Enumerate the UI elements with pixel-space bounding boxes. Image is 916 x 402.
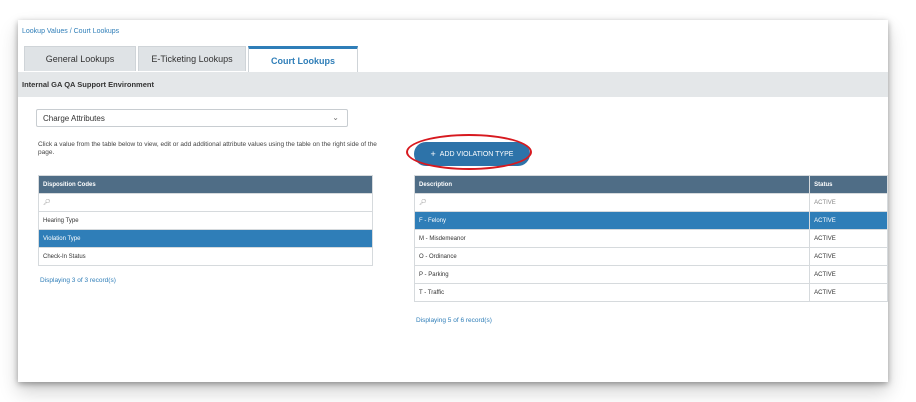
table-row[interactable]: T - Traffic ACTIVE (413, 283, 888, 302)
table-row-violation-type[interactable]: Violation Type (38, 229, 373, 248)
attribute-select[interactable]: Charge Attributes ⌄ (36, 109, 348, 127)
column-header-description[interactable]: Description (413, 175, 811, 194)
row-status[interactable]: ACTIVE (809, 229, 888, 248)
left-table-search-field[interactable]: 🔎︎ (38, 193, 373, 212)
app-window: Lookup Values / Court Lookups General Lo… (18, 20, 888, 382)
tab-general-lookups[interactable]: General Lookups (24, 46, 136, 71)
environment-label: Internal GA QA Support Environment (22, 80, 154, 89)
left-table-record-count: Displaying 3 of 3 record(s) (40, 277, 116, 284)
row-description[interactable]: O - Ordinance (413, 247, 811, 266)
row-description[interactable]: M - Misdemeanor (413, 229, 811, 248)
row-description[interactable]: T - Traffic (413, 283, 811, 302)
row-description[interactable]: P - Parking (413, 265, 811, 284)
instructions-text: Click a value from the table below to vi… (38, 141, 377, 156)
attribute-select-value: Charge Attributes (43, 113, 105, 123)
table-row[interactable]: O - Ordinance ACTIVE (413, 247, 888, 266)
tab-court-lookups[interactable]: Court Lookups (248, 46, 358, 72)
tab-bar: General Lookups E-Ticketing Lookups Cour… (24, 46, 360, 72)
row-status[interactable]: ACTIVE (809, 211, 888, 230)
right-table-search-description[interactable]: 🔎︎ (413, 193, 811, 212)
row-status[interactable]: ACTIVE (809, 283, 888, 302)
row-status[interactable]: ACTIVE (809, 265, 888, 284)
highlight-ring (406, 134, 532, 170)
row-status[interactable]: ACTIVE (809, 247, 888, 266)
tab-eticketing-lookups[interactable]: E-Ticketing Lookups (138, 46, 246, 71)
disposition-codes-table: Disposition Codes 🔎︎ Hearing Type Violat… (38, 175, 373, 266)
table-row-check-in-status[interactable]: Check-In Status (38, 247, 373, 266)
column-header-disposition-codes[interactable]: Disposition Codes (38, 175, 373, 194)
search-icon: 🔎︎ (419, 200, 427, 206)
table-row[interactable]: P - Parking ACTIVE (413, 265, 888, 284)
search-icon: 🔎︎ (43, 200, 51, 206)
violation-types-table: Description Status 🔎︎ ACTIVE F - Felony … (413, 175, 888, 302)
table-row[interactable]: F - Felony ACTIVE (413, 211, 888, 230)
environment-bar: Internal GA QA Support Environment (18, 72, 888, 97)
table-row[interactable]: M - Misdemeanor ACTIVE (413, 229, 888, 248)
breadcrumb[interactable]: Lookup Values / Court Lookups (22, 28, 119, 35)
row-description[interactable]: F - Felony (413, 211, 811, 230)
table-row-hearing-type[interactable]: Hearing Type (38, 211, 373, 230)
right-table-status-filter[interactable]: ACTIVE (809, 193, 888, 212)
column-header-status[interactable]: Status (809, 175, 888, 194)
chevron-down-icon: ⌄ (332, 113, 339, 122)
right-table-record-count: Displaying 5 of 6 record(s) (416, 317, 492, 324)
